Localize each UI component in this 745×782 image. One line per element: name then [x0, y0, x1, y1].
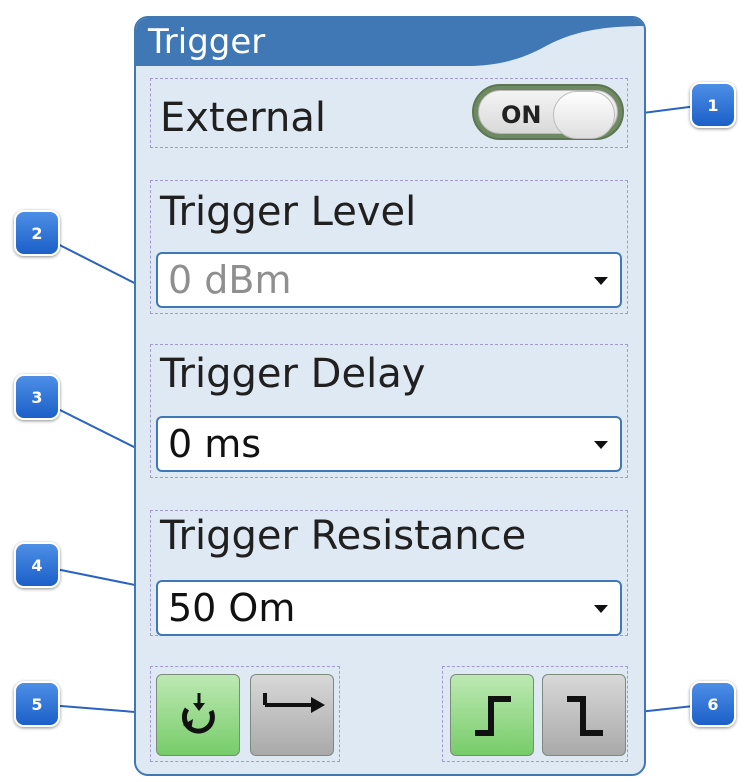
trigger-level-value: 0 dBm: [168, 258, 292, 302]
single-mode-button[interactable]: [250, 674, 334, 756]
rising-edge-button[interactable]: [450, 674, 534, 756]
trigger-delay-label: Trigger Delay: [160, 351, 426, 397]
panel-title: Trigger: [148, 22, 266, 62]
trigger-level-label: Trigger Level: [160, 189, 417, 235]
callout-badge-6: 6: [690, 681, 736, 727]
caret-down-icon: [594, 605, 608, 613]
trigger-resistance-dropdown[interactable]: 50 Om: [156, 580, 622, 636]
external-label: External: [160, 95, 326, 141]
single-arrow-icon: [263, 693, 325, 713]
toggle-state-text: ON: [501, 101, 542, 129]
falling-edge-button[interactable]: [542, 674, 626, 756]
callout-badge-4: 4: [14, 542, 60, 588]
trigger-resistance-label: Trigger Resistance: [160, 513, 527, 559]
external-toggle[interactable]: ON: [472, 84, 624, 140]
loop-icon: [181, 693, 215, 734]
callout-badge-3: 3: [14, 374, 60, 420]
caret-down-icon: [594, 441, 608, 449]
toggle-knob[interactable]: [553, 91, 615, 139]
callout-badge-2: 2: [14, 210, 60, 256]
trigger-level-dropdown[interactable]: 0 dBm: [156, 252, 622, 308]
callout-badge-5: 5: [14, 681, 60, 727]
trigger-delay-dropdown[interactable]: 0 ms: [156, 416, 622, 472]
continuous-mode-button[interactable]: [156, 674, 240, 756]
rising-edge-icon: [475, 696, 511, 736]
falling-edge-icon: [567, 696, 603, 736]
trigger-delay-value: 0 ms: [168, 422, 262, 466]
trigger-resistance-value: 50 Om: [168, 586, 296, 630]
caret-down-icon: [594, 277, 608, 285]
callout-badge-1: 1: [690, 82, 736, 128]
